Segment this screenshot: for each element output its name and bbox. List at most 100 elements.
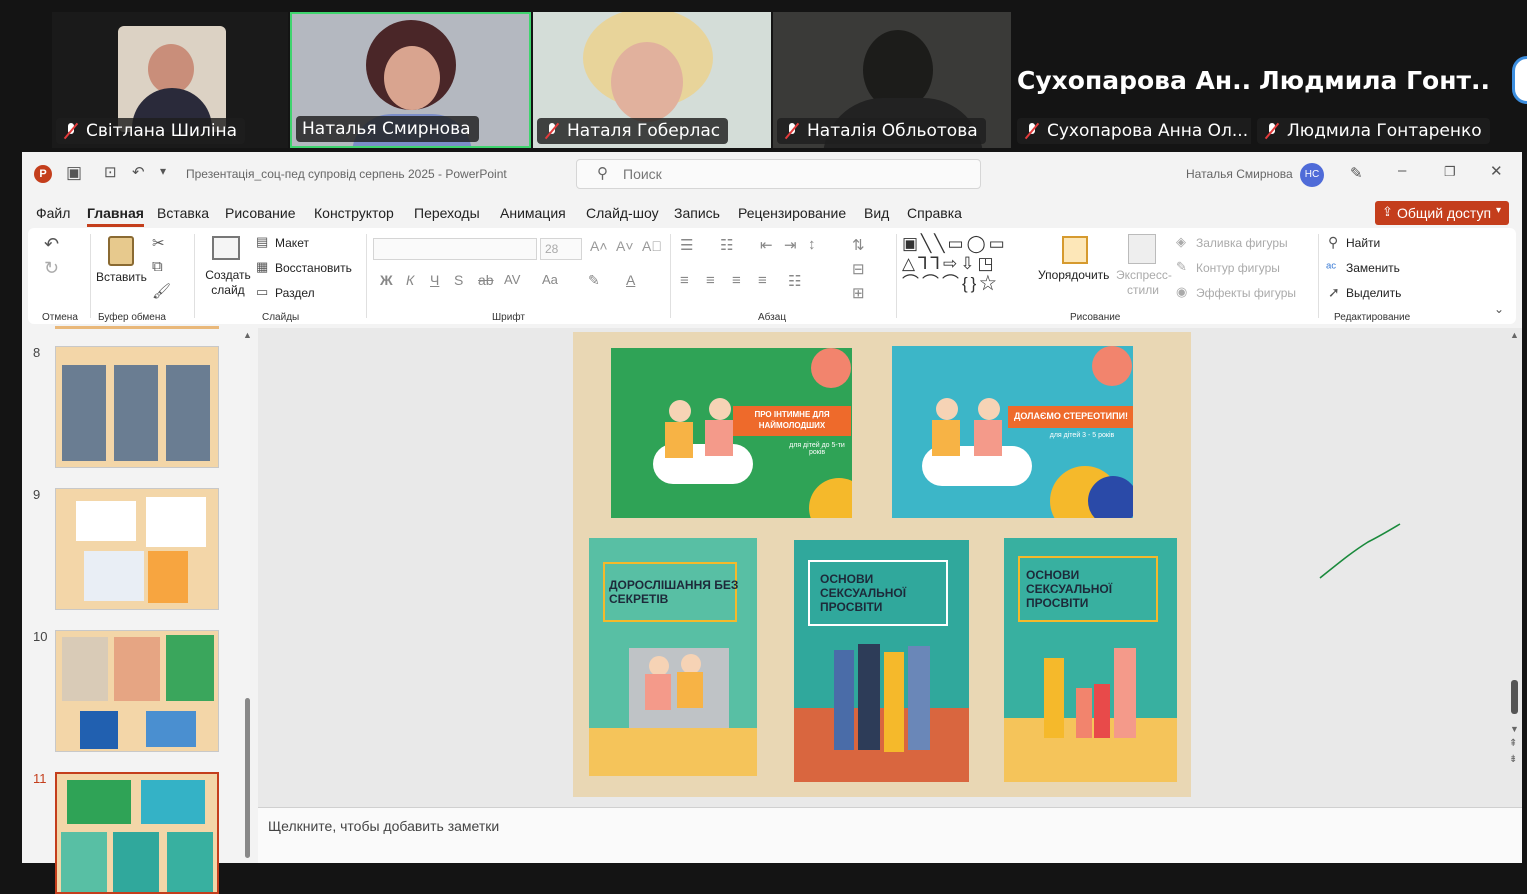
book-cover: ДОРОСЛІШАННЯ БЕЗ СЕКРЕТІВ [589, 538, 757, 776]
next-page-button[interactable] [1512, 56, 1527, 104]
shape-fill-button[interactable]: Заливка фигуры [1196, 236, 1288, 250]
layout-button[interactable]: Макет [275, 236, 309, 250]
share-button[interactable]: ⇪ Общий доступ ▾ [1375, 201, 1509, 225]
cut-icon[interactable]: ✂ [152, 234, 165, 252]
find-button[interactable]: Найти [1346, 236, 1380, 250]
tab-design[interactable]: Конструктор [314, 205, 394, 221]
undo-quick-icon[interactable]: ↶ [132, 163, 145, 181]
restore-icon[interactable]: ❐ [1444, 164, 1456, 180]
quick-styles-button[interactable]: Экспресс-стили [1116, 268, 1172, 298]
present-icon[interactable]: ⊡ [104, 163, 117, 181]
justify-icon[interactable]: ≡ [758, 272, 767, 289]
cover-subtitle: для дітей до 5-ти років [789, 442, 845, 456]
participant-tile[interactable]: Наталія Обльотова [773, 12, 1011, 148]
participant-tile-active-speaker[interactable]: Наталья Смирнова [290, 12, 531, 148]
new-slide-button[interactable]: Создать слайд [204, 268, 252, 298]
slide-thumbnail-10[interactable] [55, 630, 219, 752]
arrange-button[interactable]: Упорядочить [1038, 268, 1109, 282]
powerpoint-logo-icon: P [34, 165, 52, 183]
font-size-select[interactable]: 28 [540, 238, 582, 260]
redo-icon[interactable]: ↻ [44, 258, 59, 279]
font-color-icon[interactable]: A [626, 272, 635, 288]
share-label: Общий доступ [1397, 205, 1492, 221]
book-cover: ДОЛАЄМО СТЕРЕОТИПИ! для дітей 3 - 5 рокі… [892, 346, 1133, 518]
tab-transitions[interactable]: Переходы [414, 205, 480, 221]
search-box[interactable]: ⚲ Поиск [576, 159, 981, 189]
mic-muted-icon [62, 122, 80, 140]
highlight-icon[interactable]: ✎ [588, 272, 600, 289]
tab-draw[interactable]: Рисование [225, 205, 296, 221]
notes-pane[interactable]: Щелкните, чтобы добавить заметки [258, 807, 1522, 863]
section-button[interactable]: Раздел [275, 286, 315, 300]
line-spacing-icon[interactable]: ↕ [808, 236, 816, 253]
shape-outline-button[interactable]: Контур фигуры [1196, 261, 1280, 275]
bullets-icon[interactable]: ☰ [680, 236, 693, 254]
undo-icon[interactable]: ↶ [44, 234, 59, 255]
shape-icons: ▣╲╲▭◯▭ △⅂⅂⇨⇩◳ ⌒⌒⌒{}☆ [902, 234, 1008, 293]
editor-scrollbar[interactable]: ▲ ▼ ⇞ ⇟ [1508, 328, 1522, 808]
bold-icon[interactable]: Ж [380, 272, 393, 288]
strikethrough-icon[interactable]: ab [478, 272, 494, 288]
slide-thumbnail-9[interactable] [55, 488, 219, 610]
shadow-icon[interactable]: S [454, 272, 463, 288]
align-right-icon[interactable]: ≡ [732, 272, 741, 289]
select-button[interactable]: Выделить [1346, 286, 1401, 300]
slide-canvas[interactable]: ПРО ІНТИМНЕ ДЛЯ НАЙМОЛОДШИХ для дітей до… [573, 332, 1191, 797]
change-case-icon[interactable]: Aa [542, 272, 558, 287]
slide-thumbnail-11-selected[interactable] [55, 772, 219, 894]
tab-animations[interactable]: Анимация [500, 205, 566, 221]
customize-toolbar-icon[interactable]: ▾ [160, 164, 166, 178]
numbering-icon[interactable]: ☷ [720, 236, 733, 254]
participant-tile[interactable]: Світлана Шиліна [52, 12, 288, 148]
tab-record[interactable]: Запись [674, 205, 720, 221]
tab-view[interactable]: Вид [864, 205, 889, 221]
copy-icon[interactable]: ⧉ [152, 258, 163, 275]
close-icon[interactable]: ✕ [1490, 162, 1503, 180]
pen-icon[interactable]: ✎ [1350, 164, 1363, 182]
align-left-icon[interactable]: ≡ [680, 272, 689, 289]
thumbnails-scrollbar[interactable]: ▲ [241, 328, 255, 863]
char-spacing-icon[interactable]: AV [504, 272, 520, 287]
minimize-icon[interactable]: – [1398, 162, 1406, 179]
smartart-icon[interactable]: ⊞ [852, 284, 865, 302]
tab-help[interactable]: Справка [907, 205, 962, 221]
slide-thumbnail-8[interactable] [55, 346, 219, 468]
save-icon[interactable]: ▣ [66, 163, 82, 183]
mic-muted-icon [783, 122, 801, 140]
shapes-gallery[interactable]: ▣╲╲▭◯▭ △⅂⅂⇨⇩◳ ⌒⌒⌒{}☆ [902, 234, 1024, 296]
font-family-select[interactable] [373, 238, 537, 260]
tab-file[interactable]: Файл [36, 205, 70, 221]
increase-indent-icon[interactable]: ⇥ [784, 236, 797, 254]
decrease-font-icon[interactable]: A˅ [616, 238, 634, 254]
tab-home[interactable]: Главная [87, 205, 144, 227]
mic-muted-icon [543, 122, 561, 140]
columns-icon[interactable]: ☷ [788, 272, 801, 290]
align-center-icon[interactable]: ≡ [706, 272, 715, 289]
participant-tile[interactable]: Наталя Гоберлас [533, 12, 771, 148]
cover-title: ДОРОСЛІШАННЯ БЕЗ СЕКРЕТІВ [609, 578, 739, 606]
italic-icon[interactable]: К [406, 272, 414, 288]
participant-tile[interactable]: Сухопарова Ан... Сухопарова Анна Ол... [1013, 12, 1251, 148]
slide-number: 10 [33, 629, 48, 644]
decrease-indent-icon[interactable]: ⇤ [760, 236, 773, 254]
format-painter-icon[interactable]: 🖌 [152, 282, 171, 300]
participant-tile[interactable]: Людмила Гонт... Людмила Гонтаренко [1253, 12, 1491, 148]
reset-button[interactable]: Восстановить [275, 261, 352, 275]
tab-review[interactable]: Рецензирование [738, 205, 846, 221]
editing-group-label: Редактирование [1334, 312, 1411, 323]
search-placeholder: Поиск [623, 166, 662, 182]
replace-button[interactable]: Заменить [1346, 261, 1400, 275]
new-slide-icon[interactable] [212, 236, 240, 260]
collapse-ribbon-icon[interactable]: ⌄ [1494, 302, 1504, 316]
avatar[interactable]: НС [1300, 163, 1324, 187]
underline-icon[interactable]: Ч [430, 272, 439, 288]
clear-formatting-icon[interactable]: A⃠ [642, 238, 662, 254]
paste-button[interactable]: Вставить [96, 270, 147, 284]
align-text-icon[interactable]: ⊟ [852, 260, 865, 278]
shape-effects-button[interactable]: Эффекты фигуры [1196, 286, 1296, 300]
tab-insert[interactable]: Вставка [157, 205, 209, 221]
increase-font-icon[interactable]: A˄ [590, 238, 608, 254]
paste-icon[interactable] [108, 236, 134, 266]
text-direction-icon[interactable]: ⇅ [852, 236, 865, 254]
tab-slideshow[interactable]: Слайд-шоу [586, 205, 659, 221]
